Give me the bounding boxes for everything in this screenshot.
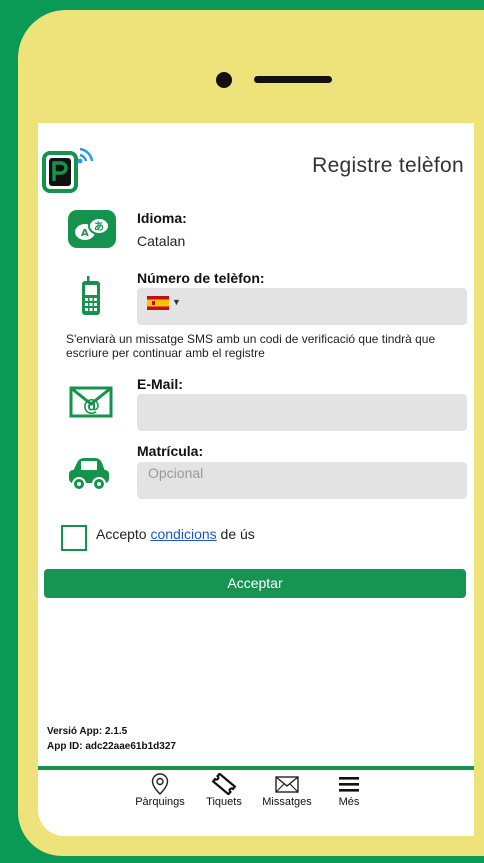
app-version: Versió App: 2.1.5 [47, 726, 128, 737]
language-label: Idioma: [137, 210, 187, 226]
envelope-at-icon: @ [69, 386, 113, 418]
accept-button[interactable]: Acceptar [44, 569, 466, 598]
nav-item-parkings[interactable]: Pàrquings [134, 773, 186, 808]
spain-flag-icon[interactable] [147, 296, 169, 310]
nav-label-more: Més [338, 796, 360, 808]
nav-item-tickets[interactable]: Tiquets [202, 773, 246, 808]
nav-item-more[interactable]: Més [334, 773, 364, 808]
mobile-phone-icon [82, 276, 100, 315]
menu-icon [339, 777, 359, 792]
email-label: E-Mail: [137, 376, 183, 392]
svg-text:A: A [81, 228, 89, 239]
app-screen: Registre telèfon A あ Idioma: Catalan Núm… [38, 123, 474, 836]
app-logo-icon [42, 147, 94, 193]
nav-divider [38, 766, 474, 770]
terms-suffix: de ús [220, 526, 255, 542]
nav-item-messages[interactable]: Missatges [258, 773, 316, 808]
nav-label-parkings: Pàrquings [135, 796, 185, 808]
country-dropdown-caret-icon[interactable]: ▼ [172, 297, 181, 307]
terms-link[interactable]: condicions [150, 526, 216, 542]
phone-field[interactable]: ▼ [137, 288, 467, 325]
translate-icon: A あ [68, 210, 116, 248]
terms-text: Accepto condicions de ús [96, 526, 255, 542]
svg-text:あ: あ [94, 220, 104, 233]
car-icon [69, 458, 109, 491]
svg-text:@: @ [83, 396, 100, 416]
plate-placeholder: Opcional [148, 465, 204, 481]
speaker-slot [254, 76, 332, 83]
nav-label-tickets: Tiquets [206, 796, 242, 808]
nav-label-messages: Missatges [262, 796, 312, 808]
terms-prefix: Accepto [96, 526, 147, 542]
envelope-icon [275, 776, 299, 793]
ticket-icon [211, 773, 237, 795]
phone-label: Número de telèfon: [137, 270, 265, 286]
app-id: App ID: adc22aae61b1d327 [47, 741, 176, 752]
email-field[interactable] [137, 394, 467, 431]
terms-checkbox[interactable] [61, 525, 87, 551]
page-title: Registre telèfon [312, 154, 464, 177]
sms-info-text: S'enviarà un missatge SMS amb un codi de… [66, 332, 436, 360]
camera-dot [216, 72, 232, 88]
plate-label: Matrícula: [137, 443, 204, 459]
plate-field[interactable]: Opcional [137, 462, 467, 499]
language-value[interactable]: Catalan [137, 233, 185, 249]
map-pin-icon [151, 773, 169, 795]
